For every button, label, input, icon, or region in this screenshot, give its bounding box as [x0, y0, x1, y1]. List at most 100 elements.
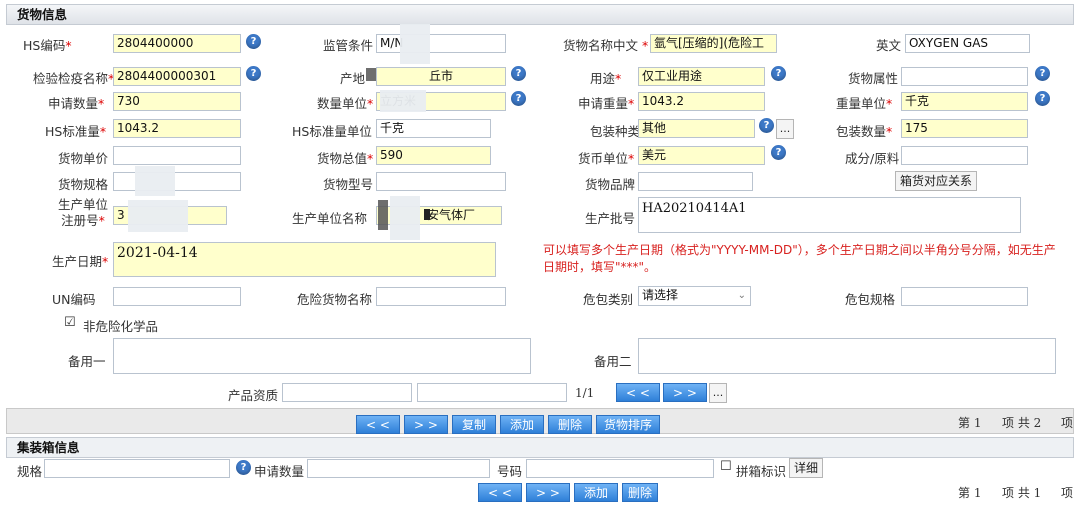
weight-unit-label: 重量单位*	[836, 96, 893, 111]
qualification-label: 产品资质	[228, 388, 279, 403]
inspection-name-field[interactable]: 2804400000301	[113, 67, 241, 86]
redaction-smear	[378, 200, 388, 230]
help-icon[interactable]: ?	[771, 145, 786, 160]
container-number-field[interactable]	[526, 459, 714, 478]
spare2-label: 备用二	[594, 354, 632, 369]
goods-next-button[interactable]: > >	[404, 415, 448, 434]
producer-reg-label: 生产单位 注册号*	[58, 197, 109, 228]
redaction-blur	[390, 196, 420, 240]
danger-pack-select[interactable]: 请选择 ⌄	[638, 286, 751, 306]
weight-unit-field[interactable]: 千克	[901, 92, 1028, 111]
hs-std-unit-label: HS标准量单位	[292, 124, 372, 139]
origin-field[interactable]: 丘市	[376, 67, 506, 86]
help-icon[interactable]: ?	[246, 66, 261, 81]
qualification-more-button[interactable]: ...	[709, 383, 727, 403]
add-goods-button[interactable]: 添加	[500, 415, 544, 434]
goods-prev-button[interactable]: < <	[356, 415, 400, 434]
model-field[interactable]	[376, 172, 506, 191]
container-next-button[interactable]: > >	[526, 483, 570, 502]
add-container-button[interactable]: 添加	[574, 483, 618, 502]
help-icon[interactable]: ?	[511, 66, 526, 81]
help-icon[interactable]: ?	[1035, 91, 1050, 106]
delete-container-button[interactable]: 删除	[622, 483, 658, 502]
goods-total-text: 项 共 2	[1002, 416, 1042, 430]
en-name-field[interactable]: OXYGEN GAS	[905, 34, 1030, 53]
model-label: 货物型号	[323, 177, 374, 192]
apply-qty-field[interactable]: 730	[113, 92, 241, 111]
redaction-blur	[128, 200, 188, 232]
box-relation-button[interactable]: 箱货对应关系	[895, 171, 977, 191]
danger-spec-field[interactable]	[901, 287, 1028, 306]
non-danger-label: 非危险化学品	[83, 319, 159, 334]
un-code-field[interactable]	[113, 287, 241, 306]
help-icon[interactable]: ?	[246, 34, 261, 49]
spec-field[interactable]	[113, 172, 241, 191]
spare1-label: 备用一	[68, 354, 106, 369]
merge-checkbox[interactable]: ☐	[720, 459, 732, 474]
container-qty-label: 申请数量	[254, 464, 305, 479]
material-field[interactable]	[901, 146, 1028, 165]
container-spec-field[interactable]	[44, 459, 230, 478]
batch-field[interactable]: HA20210414A1	[638, 197, 1021, 233]
help-icon[interactable]: ?	[759, 118, 774, 133]
qualification-next-button[interactable]: > >	[663, 383, 707, 402]
goods-item-text: 项	[1061, 416, 1074, 430]
pack-type-more-button[interactable]: ...	[776, 119, 794, 139]
apply-qty-label: 申请数量*	[48, 96, 105, 111]
help-icon[interactable]: ?	[236, 460, 251, 475]
pack-type-field[interactable]: 其他	[638, 119, 755, 138]
en-name-label: 英文	[876, 38, 902, 53]
qualification-field-1[interactable]	[282, 383, 412, 402]
spare1-field[interactable]	[113, 338, 531, 374]
currency-field[interactable]: 美元	[638, 146, 765, 165]
help-icon[interactable]: ?	[1035, 66, 1050, 81]
redaction-blur	[135, 166, 175, 196]
batch-label: 生产批号	[585, 211, 636, 226]
currency-label: 货币单位*	[578, 151, 635, 166]
qualification-field-2[interactable]	[417, 383, 567, 402]
hs-code-label: HS编码*	[23, 38, 72, 53]
spare2-field[interactable]	[638, 338, 1056, 374]
container-prev-button[interactable]: < <	[478, 483, 522, 502]
hs-std-unit-field[interactable]: 千克	[376, 119, 491, 138]
brand-field[interactable]	[638, 172, 753, 191]
un-code-label: UN编码	[52, 292, 96, 307]
section-title: 货物信息	[17, 7, 68, 22]
help-icon[interactable]: ?	[511, 91, 526, 106]
pack-count-label: 包装数量*	[836, 124, 893, 139]
attr-label: 货物属性	[848, 71, 899, 86]
cn-name-field[interactable]: 氩气[压缩的](危险工	[650, 34, 777, 53]
copy-button[interactable]: 复制	[452, 415, 496, 434]
container-info-header: 集装箱信息	[6, 437, 1074, 458]
help-icon[interactable]: ?	[771, 66, 786, 81]
redaction-blur	[380, 90, 426, 112]
danger-name-field[interactable]	[376, 287, 506, 306]
total-value-label: 货物总值*	[317, 151, 374, 166]
danger-spec-label: 危包规格	[845, 292, 896, 307]
goods-page-text: 第 1	[958, 416, 982, 430]
cn-name-label: 货物名称中文 *	[563, 38, 649, 53]
total-value-field[interactable]: 590	[376, 146, 491, 165]
detail-button[interactable]: 详细	[789, 458, 823, 478]
delete-goods-button[interactable]: 删除	[548, 415, 592, 434]
unit-price-field[interactable]	[113, 146, 241, 165]
supervision-field[interactable]: M/N	[376, 34, 506, 53]
prod-date-hint: 可以填写多个生产日期（格式为"YYYY-MM-DD"），多个生产日期之间以半角分…	[543, 243, 1056, 274]
container-qty-field[interactable]	[307, 459, 490, 478]
merge-label: 拼箱标识	[736, 464, 787, 479]
apply-weight-field[interactable]: 1043.2	[638, 92, 765, 111]
spec-label: 货物规格	[58, 177, 109, 192]
brand-label: 货物品牌	[585, 177, 636, 192]
hs-std-qty-field[interactable]: 1043.2	[113, 119, 241, 138]
attr-field[interactable]	[901, 67, 1028, 86]
prod-date-field[interactable]: 2021-04-14	[113, 242, 496, 277]
qualification-prev-button[interactable]: < <	[616, 383, 660, 402]
inspection-name-label: 检验检疫名称*	[33, 71, 115, 86]
sort-goods-button[interactable]: 货物排序	[596, 415, 660, 434]
pack-count-field[interactable]: 175	[901, 119, 1028, 138]
use-field[interactable]: 仅工业用途	[638, 67, 765, 86]
hs-code-field[interactable]: 2804400000	[113, 34, 241, 53]
container-total-text: 项 共 1	[1002, 486, 1042, 500]
chevron-down-icon: ⌄	[737, 290, 746, 301]
non-danger-checkbox[interactable]: ☑	[64, 315, 76, 330]
